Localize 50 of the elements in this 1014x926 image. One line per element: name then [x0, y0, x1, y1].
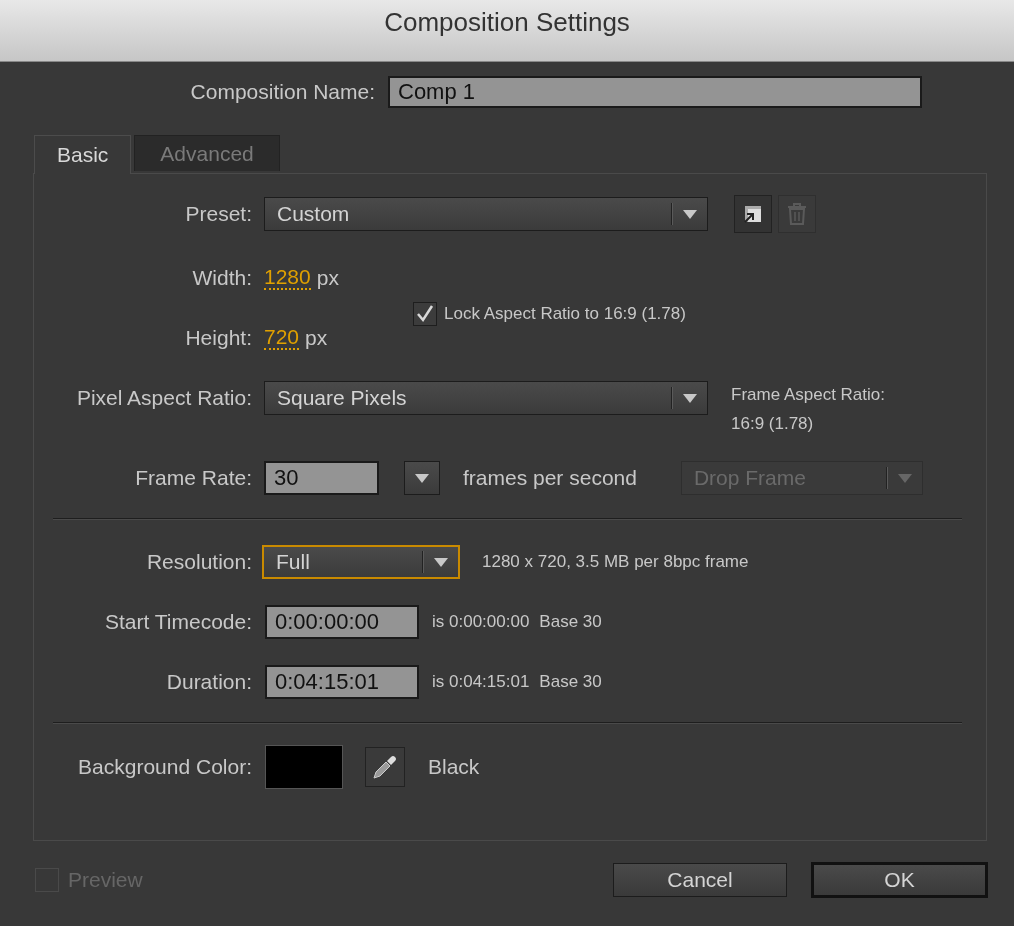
dimension-value[interactable]: 720	[264, 326, 300, 350]
field-label: Composition Name:	[189, 80, 375, 104]
window-title: Composition Settings	[384, 6, 630, 38]
tab[interactable]: Basic	[34, 135, 132, 174]
frame-aspect-value: 16:9 (1.78)	[731, 413, 815, 435]
eyedropper-button[interactable]	[365, 747, 405, 787]
timecode-equivalent: is 0:00:00:00	[432, 612, 530, 632]
timebase-text: Base 30	[539, 612, 602, 632]
field-label: Duration:	[165, 670, 252, 694]
timecode-field[interactable]: 0:00:00:00	[265, 605, 419, 639]
caret-icon	[415, 473, 429, 483]
field-label: Pixel Aspect Ratio:	[75, 385, 252, 411]
save-preset-icon	[744, 205, 762, 223]
pixel-aspect-dropdown[interactable]: Square Pixels	[264, 381, 708, 415]
unit-label: frames per second	[463, 466, 637, 490]
checkmark-icon	[416, 305, 434, 323]
save-preset-button[interactable]	[734, 195, 772, 233]
tab[interactable]: Advanced	[134, 135, 280, 171]
timecode-equivalent: is 0:04:15:01	[432, 672, 530, 692]
caret-icon	[897, 473, 912, 483]
eyedropper-icon	[372, 754, 398, 780]
unit-label: px	[305, 326, 328, 350]
checkbox[interactable]	[413, 302, 437, 326]
color-swatch[interactable]	[265, 745, 343, 789]
field-label: Frame Rate:	[134, 466, 252, 490]
checkbox-label: Lock Aspect Ratio to 16:9 (1.78)	[444, 304, 686, 324]
frame-aspect-label: Frame Aspect Ratio:	[731, 384, 885, 406]
caret-icon	[683, 393, 697, 403]
field-label: Height:	[184, 326, 252, 350]
dimension-value[interactable]: 1280	[264, 266, 311, 290]
caret-icon	[683, 209, 697, 219]
field-label: Start Timecode:	[103, 610, 252, 634]
dialog-button[interactable]: OK	[811, 862, 988, 898]
field-label: Preset:	[184, 202, 252, 226]
frame-rate-dropdown[interactable]	[404, 461, 440, 495]
frame-rate-field[interactable]: 30	[264, 461, 379, 495]
resolution-dropdown[interactable]: Full	[262, 545, 460, 579]
unit-label: px	[316, 266, 339, 290]
field-label: Width:	[191, 266, 252, 290]
timebase-text: Base 30	[539, 672, 602, 692]
color-name: Black	[428, 755, 480, 779]
preset-dropdown[interactable]: Custom	[264, 197, 708, 231]
dialog-button[interactable]: Cancel	[613, 863, 787, 897]
resolution-info: 1280 x 720, 3.5 MB per 8bpc frame	[482, 552, 749, 572]
trash-icon	[787, 203, 807, 225]
timecode-field[interactable]: 0:04:15:01	[265, 665, 419, 699]
name-input-field[interactable]: Comp 1	[388, 76, 922, 108]
field-label: Background Color:	[77, 755, 252, 779]
field-label: Resolution:	[145, 550, 252, 574]
caret-icon	[434, 557, 448, 567]
